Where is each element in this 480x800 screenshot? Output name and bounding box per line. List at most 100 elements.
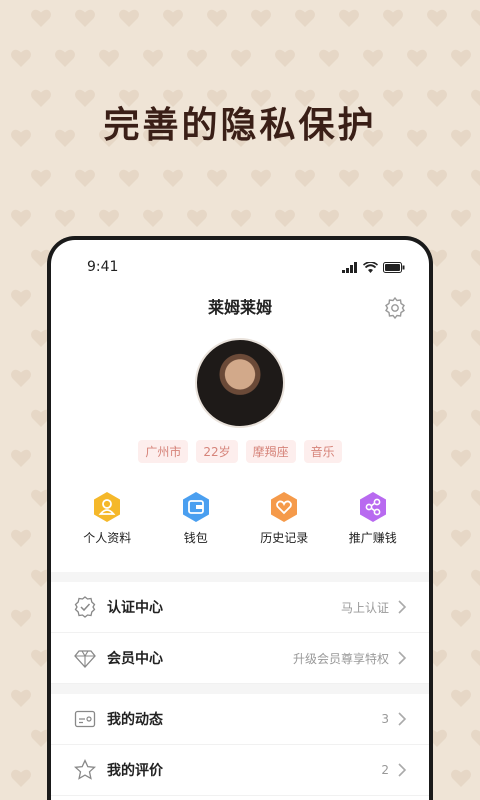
background-heart [450, 368, 472, 388]
background-heart [10, 688, 32, 708]
chevron-right-icon [398, 600, 407, 614]
quick-actions: 个人资料 钱包 历史记录 推广赚钱 [51, 491, 429, 546]
app-screen: 9:41 莱姆莱姆 广州市 22岁 摩羯座 音乐 个人资料 钱包 历史记录 推广… [51, 240, 429, 800]
background-heart [318, 48, 340, 68]
background-heart [294, 8, 316, 28]
background-heart [470, 648, 480, 668]
chevron-right-icon [398, 651, 407, 665]
menu-item-value: 2 [381, 763, 389, 777]
quick-action-label: 钱包 [183, 531, 208, 545]
background-heart [450, 528, 472, 548]
background-heart [450, 608, 472, 628]
signal-icon [342, 261, 357, 273]
background-heart [142, 208, 164, 228]
share-icon [359, 492, 386, 522]
menu-item-moments[interactable]: 我的动态 3 [51, 694, 429, 745]
background-heart [450, 448, 472, 468]
history-icon [271, 492, 298, 522]
background-heart [30, 8, 52, 28]
section-divider [51, 572, 429, 582]
phone-frame: 9:41 莱姆莱姆 广州市 22岁 摩羯座 音乐 个人资料 钱包 历史记录 推广… [47, 236, 433, 800]
verify-icon [74, 596, 96, 618]
background-heart [162, 8, 184, 28]
menu-item-value: 马上认证 [340, 600, 389, 615]
background-heart [118, 8, 140, 28]
background-heart [206, 8, 228, 28]
menu-item-value: 升级会员尊享特权 [292, 651, 389, 666]
background-heart [470, 408, 480, 428]
background-heart [74, 168, 96, 188]
wifi-icon [363, 261, 378, 273]
profile-tags: 广州市 22岁 摩羯座 音乐 [51, 440, 429, 463]
quick-action-promote[interactable]: 推广赚钱 [333, 491, 413, 546]
background-heart [30, 168, 52, 188]
quick-action-profile[interactable]: 个人资料 [67, 491, 147, 546]
status-time: 9:41 [87, 259, 119, 275]
quick-action-label: 推广赚钱 [348, 531, 397, 545]
background-heart [450, 688, 472, 708]
background-heart [318, 208, 340, 228]
settings-icon[interactable] [383, 296, 407, 320]
status-bar: 9:41 [51, 240, 429, 280]
battery-icon [383, 261, 405, 273]
menu-item-label: 认证中心 [107, 600, 163, 616]
background-heart [230, 48, 252, 68]
background-heart [470, 248, 480, 268]
wallet-icon [182, 492, 209, 522]
background-heart [10, 208, 32, 228]
background-heart [362, 48, 384, 68]
background-heart [274, 48, 296, 68]
background-heart [382, 168, 404, 188]
background-heart [470, 568, 480, 588]
tag-city: 广州市 [138, 440, 189, 463]
background-heart [98, 48, 120, 68]
background-heart [230, 208, 252, 228]
menu-item-verify[interactable]: 认证中心 马上认证 [51, 582, 429, 633]
avatar[interactable] [195, 338, 285, 428]
background-heart [450, 288, 472, 308]
quick-action-wallet[interactable]: 钱包 [156, 491, 236, 546]
menu-item-membership[interactable]: 会员中心 升级会员尊享特权 [51, 633, 429, 684]
background-heart [98, 208, 120, 228]
background-heart [274, 208, 296, 228]
background-heart [450, 768, 472, 788]
background-heart [10, 768, 32, 788]
moments-icon [74, 710, 96, 728]
background-heart [362, 208, 384, 228]
star-icon [73, 758, 97, 780]
background-heart [426, 8, 448, 28]
background-heart [186, 208, 208, 228]
background-heart [54, 208, 76, 228]
background-heart [10, 288, 32, 308]
background-heart [470, 8, 480, 28]
background-heart [450, 48, 472, 68]
menu-item-label: 会员中心 [107, 651, 163, 667]
menu-item-label: 我的动态 [107, 712, 163, 728]
background-heart [186, 48, 208, 68]
background-heart [382, 8, 404, 28]
background-heart [470, 328, 480, 348]
profile-icon [94, 492, 121, 522]
quick-action-history[interactable]: 历史记录 [244, 491, 324, 546]
tag-zodiac: 摩羯座 [245, 440, 296, 463]
background-heart [470, 728, 480, 748]
menu-item-label: 我的评价 [107, 763, 163, 779]
tag-interest: 音乐 [303, 440, 342, 463]
background-heart [470, 488, 480, 508]
background-heart [10, 608, 32, 628]
quick-action-label: 历史记录 [260, 531, 309, 545]
background-heart [426, 168, 448, 188]
background-heart [250, 8, 272, 28]
profile-name: 莱姆莱姆 [207, 298, 272, 317]
background-heart [294, 168, 316, 188]
chevron-right-icon [398, 712, 407, 726]
background-heart [338, 8, 360, 28]
background-heart [406, 208, 428, 228]
background-heart [118, 168, 140, 188]
background-heart [338, 168, 360, 188]
menu-item-reviews[interactable]: 我的评价 2 [51, 745, 429, 796]
background-heart [142, 48, 164, 68]
background-heart [74, 8, 96, 28]
promo-title: 完善的隐私保护 [103, 105, 377, 146]
background-heart [10, 528, 32, 548]
